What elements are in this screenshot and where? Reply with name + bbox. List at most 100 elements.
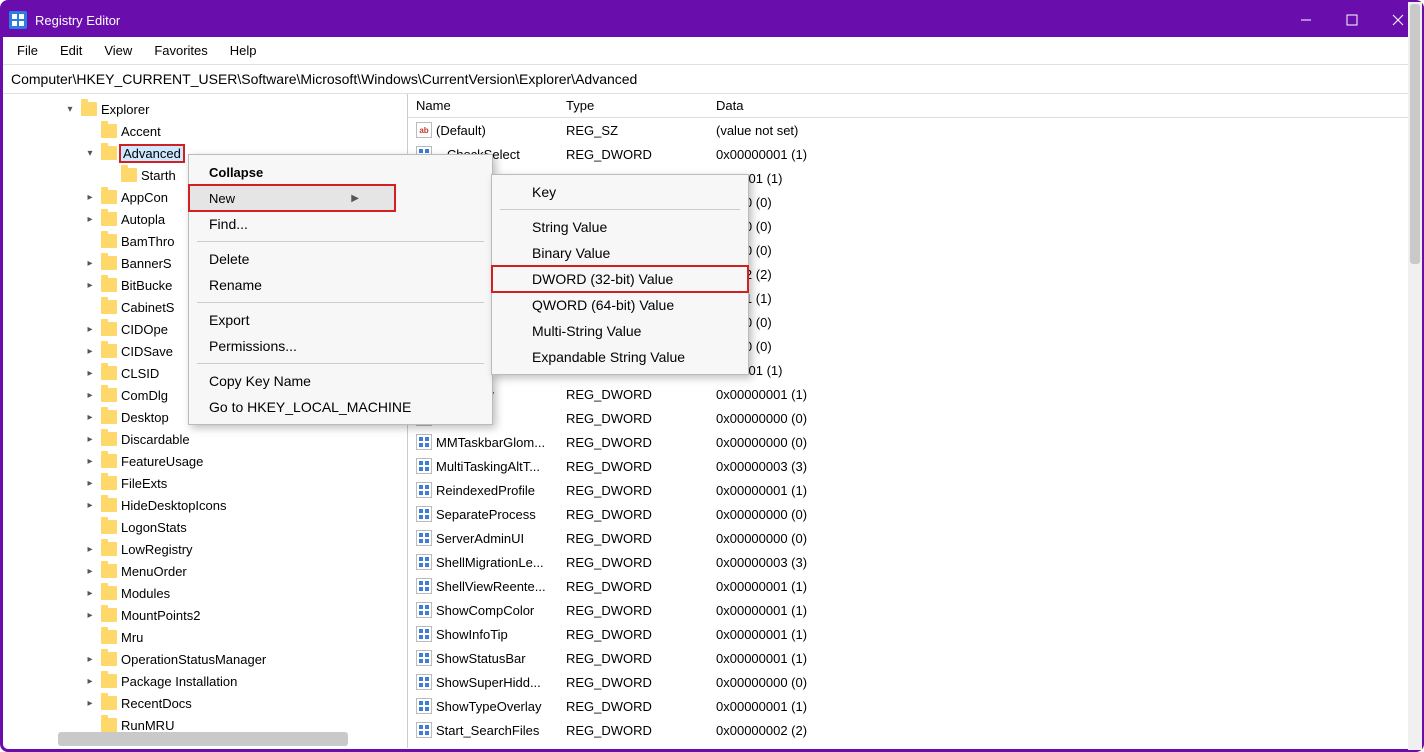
chevron-icon[interactable]: ▸ bbox=[83, 324, 97, 335]
chevron-icon[interactable]: ▸ bbox=[83, 588, 97, 599]
menu-file[interactable]: File bbox=[7, 39, 48, 62]
tree-node[interactable]: Mru bbox=[3, 626, 407, 648]
vertical-scrollbar[interactable] bbox=[1408, 2, 1422, 750]
tree-label: Desktop bbox=[121, 410, 169, 425]
ctx-delete[interactable]: Delete bbox=[189, 246, 492, 272]
value-row[interactable]: ShowInfoTipREG_DWORD0x00000001 (1) bbox=[408, 622, 1421, 646]
chevron-icon[interactable]: ▸ bbox=[83, 412, 97, 423]
chevron-icon[interactable]: ▸ bbox=[83, 280, 97, 291]
ctx-new-expandstring[interactable]: Expandable String Value bbox=[492, 344, 748, 370]
ctx-new-key[interactable]: Key bbox=[492, 179, 748, 205]
value-row[interactable]: ...CheckSelectREG_DWORD0x00000001 (1) bbox=[408, 142, 1421, 166]
value-name: ShowCompColor bbox=[436, 603, 566, 618]
menu-bar: File Edit View Favorites Help bbox=[3, 37, 1421, 65]
chevron-icon[interactable]: ▸ bbox=[83, 390, 97, 401]
tree-node[interactable]: ▸FileExts bbox=[3, 472, 407, 494]
ctx-new[interactable]: New▶ bbox=[189, 185, 395, 211]
ctx-goto-hklm[interactable]: Go to HKEY_LOCAL_MACHINE bbox=[189, 394, 492, 420]
ctx-permissions[interactable]: Permissions... bbox=[189, 333, 492, 359]
value-row[interactable]: ReindexedProfileREG_DWORD0x00000001 (1) bbox=[408, 478, 1421, 502]
tree-label: CabinetS bbox=[121, 300, 174, 315]
scrollbar-thumb[interactable] bbox=[1410, 4, 1420, 264]
tree-node-explorer[interactable]: ▾ Explorer bbox=[3, 98, 407, 120]
value-row[interactable]: SeparateProcessREG_DWORD0x00000000 (0) bbox=[408, 502, 1421, 526]
address-bar[interactable]: Computer\HKEY_CURRENT_USER\Software\Micr… bbox=[3, 65, 1421, 94]
chevron-icon[interactable]: ▸ bbox=[83, 368, 97, 379]
tree-node[interactable]: ▸Package Installation bbox=[3, 670, 407, 692]
menu-view[interactable]: View bbox=[94, 39, 142, 62]
ctx-export[interactable]: Export bbox=[189, 307, 492, 333]
ctx-new-multistring[interactable]: Multi-String Value bbox=[492, 318, 748, 344]
ctx-new-dword[interactable]: DWORD (32-bit) Value bbox=[492, 266, 748, 292]
tree-node[interactable]: ▸MountPoints2 bbox=[3, 604, 407, 626]
chevron-icon[interactable]: ▸ bbox=[83, 654, 97, 665]
chevron-icon[interactable]: ▸ bbox=[83, 544, 97, 555]
ctx-rename[interactable]: Rename bbox=[189, 272, 492, 298]
minimize-button[interactable] bbox=[1283, 3, 1329, 37]
value-row[interactable]: MultiTaskingAltT...REG_DWORD0x00000003 (… bbox=[408, 454, 1421, 478]
ctx-copy-key-name[interactable]: Copy Key Name bbox=[189, 368, 492, 394]
maximize-button[interactable] bbox=[1329, 3, 1375, 37]
chevron-icon[interactable]: ▸ bbox=[83, 346, 97, 357]
value-row[interactable]: ServerAdminUIREG_DWORD0x00000000 (0) bbox=[408, 526, 1421, 550]
chevron-icon[interactable]: ▸ bbox=[83, 258, 97, 269]
value-data: (value not set) bbox=[716, 123, 1421, 138]
folder-icon bbox=[101, 366, 117, 380]
chevron-icon[interactable]: ▸ bbox=[83, 478, 97, 489]
value-row[interactable]: ShellViewReente...REG_DWORD0x00000001 (1… bbox=[408, 574, 1421, 598]
tree-node[interactable]: ▸Discardable bbox=[3, 428, 407, 450]
tree-node[interactable]: ▸ FeatureUsage bbox=[3, 450, 407, 472]
chevron-icon[interactable]: ▸ bbox=[83, 192, 97, 203]
value-row[interactable]: ShowSuperHidd...REG_DWORD0x00000000 (0) bbox=[408, 670, 1421, 694]
ctx-find[interactable]: Find... bbox=[189, 211, 492, 237]
value-data: 0x00000000 (0) bbox=[716, 531, 1421, 546]
value-data: 0x00000000 (0) bbox=[716, 435, 1421, 450]
menu-favorites[interactable]: Favorites bbox=[144, 39, 217, 62]
chevron-icon[interactable]: ▸ bbox=[83, 500, 97, 511]
value-row[interactable]: ShowStatusBarREG_DWORD0x00000001 (1) bbox=[408, 646, 1421, 670]
value-row[interactable]: MMTaskbarGlom...REG_DWORD0x00000000 (0) bbox=[408, 430, 1421, 454]
chevron-icon[interactable]: ▸ bbox=[83, 566, 97, 577]
value-name: (Default) bbox=[436, 123, 566, 138]
chevron-icon[interactable]: ▸ bbox=[83, 214, 97, 225]
value-row[interactable]: ...ShadowREG_DWORD0x00000001 (1) bbox=[408, 382, 1421, 406]
menu-help[interactable]: Help bbox=[220, 39, 267, 62]
tree-node[interactable]: ▸HideDesktopIcons bbox=[3, 494, 407, 516]
folder-icon bbox=[101, 212, 117, 226]
value-type: REG_SZ bbox=[566, 123, 716, 138]
value-row[interactable]: ...DrvBtnREG_DWORD0x00000000 (0) bbox=[408, 406, 1421, 430]
ctx-new-string[interactable]: String Value bbox=[492, 214, 748, 240]
chevron-icon[interactable]: ▾ bbox=[83, 148, 97, 159]
menu-edit[interactable]: Edit bbox=[50, 39, 92, 62]
chevron-down-icon[interactable]: ▾ bbox=[63, 104, 77, 115]
tree-label: FeatureUsage bbox=[121, 454, 203, 469]
tree-node[interactable]: Accent bbox=[3, 120, 407, 142]
value-row[interactable]: ShowTypeOverlayREG_DWORD0x00000001 (1) bbox=[408, 694, 1421, 718]
tree-node[interactable]: ▸LowRegistry bbox=[3, 538, 407, 560]
value-row[interactable]: ShellMigrationLe...REG_DWORD0x00000003 (… bbox=[408, 550, 1421, 574]
folder-icon bbox=[101, 432, 117, 446]
context-submenu-new: Key String Value Binary Value DWORD (32-… bbox=[491, 174, 749, 375]
tree-node[interactable]: ▸RecentDocs bbox=[3, 692, 407, 714]
tree-node[interactable]: LogonStats bbox=[3, 516, 407, 538]
horizontal-scrollbar[interactable] bbox=[58, 732, 348, 746]
chevron-icon[interactable]: ▸ bbox=[83, 698, 97, 709]
chevron-icon[interactable]: ▸ bbox=[83, 456, 97, 467]
chevron-icon[interactable]: ▸ bbox=[83, 434, 97, 445]
value-data: 0x00000001 (1) bbox=[716, 699, 1421, 714]
column-name[interactable]: Name bbox=[416, 98, 566, 113]
tree-node[interactable]: ▸OperationStatusManager bbox=[3, 648, 407, 670]
tree-node[interactable]: ▸MenuOrder bbox=[3, 560, 407, 582]
chevron-icon[interactable]: ▸ bbox=[83, 610, 97, 621]
chevron-icon[interactable]: ▸ bbox=[83, 676, 97, 687]
value-row[interactable]: Start_SearchFilesREG_DWORD0x00000002 (2) bbox=[408, 718, 1421, 742]
column-type[interactable]: Type bbox=[566, 98, 716, 113]
value-row[interactable]: ab(Default)REG_SZ(value not set) bbox=[408, 118, 1421, 142]
ctx-new-qword[interactable]: QWORD (64-bit) Value bbox=[492, 292, 748, 318]
ctx-new-binary[interactable]: Binary Value bbox=[492, 240, 748, 266]
folder-icon bbox=[101, 564, 117, 578]
column-data[interactable]: Data bbox=[716, 98, 1421, 113]
value-row[interactable]: ShowCompColorREG_DWORD0x00000001 (1) bbox=[408, 598, 1421, 622]
tree-node[interactable]: ▸Modules bbox=[3, 582, 407, 604]
ctx-collapse[interactable]: Collapse bbox=[189, 159, 492, 185]
